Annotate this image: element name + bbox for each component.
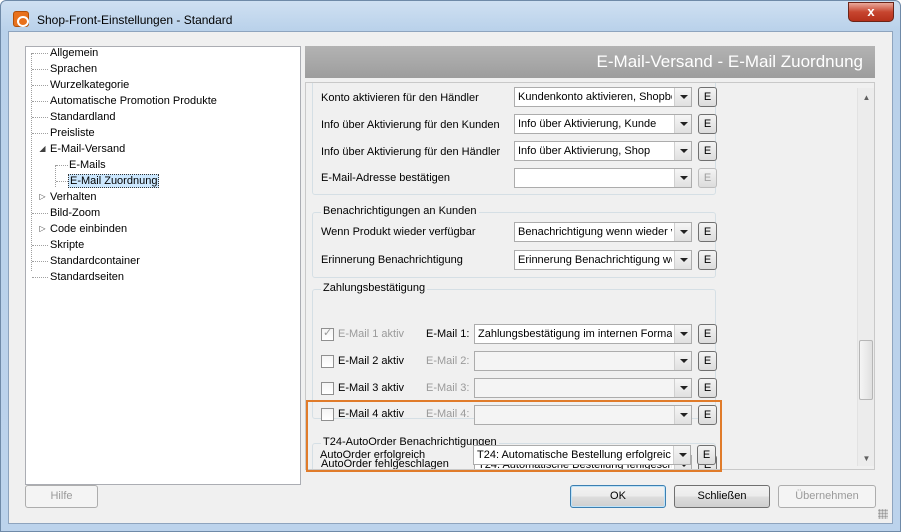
scrollbar-thumb[interactable] bbox=[859, 340, 873, 400]
settings-tree: Allgemein Sprachen Wurzelkategorie Autom… bbox=[25, 46, 301, 485]
section-header: E-Mail-Versand - E-Mail Zuordnung bbox=[305, 46, 875, 78]
ok-button[interactable]: OK bbox=[570, 485, 666, 508]
tree-item-sprachen[interactable]: Sprachen bbox=[50, 62, 97, 77]
tree-item-verhalten[interactable]: Verhalten bbox=[50, 190, 96, 205]
expand-icon[interactable]: ▷ bbox=[38, 192, 47, 201]
dropdown-arrow-icon bbox=[674, 352, 691, 370]
tree-item-email-zuordnung[interactable]: E-Mail Zuordnung bbox=[68, 174, 160, 189]
mail-label: E-Mail 3: bbox=[426, 382, 470, 394]
row-label: Info über Aktivierung für den Händler bbox=[321, 146, 501, 158]
tree-item-standardcontainer[interactable]: Standardcontainer bbox=[50, 254, 140, 269]
scroll-up-icon[interactable]: ▲ bbox=[862, 93, 871, 102]
dropdown-email-2[interactable] bbox=[474, 351, 692, 371]
tree-item-standardland[interactable]: Standardland bbox=[50, 110, 115, 125]
expand-icon[interactable]: ▷ bbox=[38, 224, 47, 233]
dropdown-erinnerung[interactable]: Erinnerung Benachrichtigung we bbox=[514, 250, 692, 270]
checkbox-label: E-Mail 1 aktiv bbox=[338, 328, 405, 340]
dropdown-arrow-icon bbox=[674, 251, 691, 269]
mail-label: E-Mail 1: bbox=[426, 328, 470, 340]
row-label: Info über Aktivierung für den Kunden bbox=[321, 119, 500, 131]
group-title: Zahlungsbestätigung bbox=[321, 282, 428, 294]
mail-label: E-Mail 2: bbox=[426, 355, 470, 367]
dropdown-email-bestaetigen[interactable] bbox=[514, 168, 692, 188]
edit-button[interactable]: E bbox=[698, 141, 717, 161]
checkbox-email-2[interactable] bbox=[321, 355, 334, 368]
close-button[interactable]: Schließen bbox=[674, 485, 770, 508]
dropdown-arrow-icon bbox=[674, 379, 691, 397]
dropdown-info-kunde[interactable]: Info über Aktivierung, Kunde bbox=[514, 114, 692, 134]
dropdown-arrow-icon bbox=[674, 169, 691, 187]
close-icon[interactable]: x bbox=[848, 2, 894, 22]
resize-grip-icon[interactable] bbox=[878, 509, 888, 519]
dropdown-arrow-icon bbox=[674, 115, 691, 133]
dropdown-arrow-icon bbox=[674, 88, 691, 106]
row-label: E-Mail-Adresse bestätigen bbox=[321, 172, 451, 184]
dropdown-arrow-icon bbox=[674, 142, 691, 160]
row-label: Wenn Produkt wieder verfügbar bbox=[321, 226, 476, 238]
edit-button[interactable]: E bbox=[698, 87, 717, 107]
row-label: Konto aktivieren für den Händler bbox=[321, 92, 479, 104]
checkbox-email-3[interactable] bbox=[321, 382, 334, 395]
edit-button[interactable]: E bbox=[698, 168, 717, 188]
dropdown-info-shop[interactable]: Info über Aktivierung, Shop bbox=[514, 141, 692, 161]
dropdown-arrow-icon bbox=[674, 223, 691, 241]
edit-button[interactable]: E bbox=[698, 222, 717, 242]
tree-item-emails[interactable]: E-Mails bbox=[69, 158, 106, 173]
tree-item-code-einbinden[interactable]: Code einbinden bbox=[50, 222, 127, 237]
apply-button[interactable]: Übernehmen bbox=[778, 485, 876, 508]
section-title: E-Mail-Versand - E-Mail Zuordnung bbox=[596, 52, 863, 71]
dropdown-wieder-verfuegbar[interactable]: Benachrichtigung wenn wieder v bbox=[514, 222, 692, 242]
checkbox-label: E-Mail 3 aktiv bbox=[338, 382, 405, 394]
tree-item-email-versand[interactable]: E-Mail-Versand bbox=[50, 142, 125, 157]
scroll-down-icon[interactable]: ▼ bbox=[862, 454, 871, 463]
tree-item-standardseiten[interactable]: Standardseiten bbox=[50, 270, 124, 285]
row-label: Erinnerung Benachrichtigung bbox=[321, 254, 463, 266]
edit-button[interactable]: E bbox=[698, 351, 717, 371]
dropdown-email-3[interactable] bbox=[474, 378, 692, 398]
app-logo-icon bbox=[13, 11, 29, 27]
tree-item-skripte[interactable]: Skripte bbox=[50, 238, 84, 253]
edit-button[interactable]: E bbox=[698, 114, 717, 134]
tree-item-promotion[interactable]: Automatische Promotion Produkte bbox=[50, 94, 217, 109]
tree-item-wurzelkategorie[interactable]: Wurzelkategorie bbox=[50, 78, 129, 93]
dropdown-email-1[interactable]: Zahlungsbestätigung im internen Format bbox=[474, 324, 692, 344]
group-title: Benachrichtigungen an Kunden bbox=[321, 205, 479, 217]
checkbox-label: E-Mail 2 aktiv bbox=[338, 355, 405, 367]
tree-item-preisliste[interactable]: Preisliste bbox=[50, 126, 95, 141]
vertical-scrollbar[interactable]: ▲ ▼ bbox=[857, 88, 874, 466]
collapse-icon[interactable]: ◢ bbox=[38, 144, 47, 153]
tree-item-allgemein[interactable]: Allgemein bbox=[50, 46, 98, 61]
window-title: Shop-Front-Einstellungen - Standard bbox=[37, 13, 233, 27]
edit-button[interactable]: E bbox=[698, 378, 717, 398]
edit-button[interactable]: E bbox=[698, 324, 717, 344]
tree-item-bild-zoom[interactable]: Bild-Zoom bbox=[50, 206, 100, 221]
dropdown-arrow-icon bbox=[674, 325, 691, 343]
checkbox-email-1[interactable] bbox=[321, 326, 334, 341]
t24-highlight-frame bbox=[306, 400, 722, 472]
help-button[interactable]: Hilfe bbox=[25, 485, 98, 508]
edit-button[interactable]: E bbox=[698, 250, 717, 270]
dropdown-konto-haendler[interactable]: Kundenkonto aktivieren, Shopbe bbox=[514, 87, 692, 107]
